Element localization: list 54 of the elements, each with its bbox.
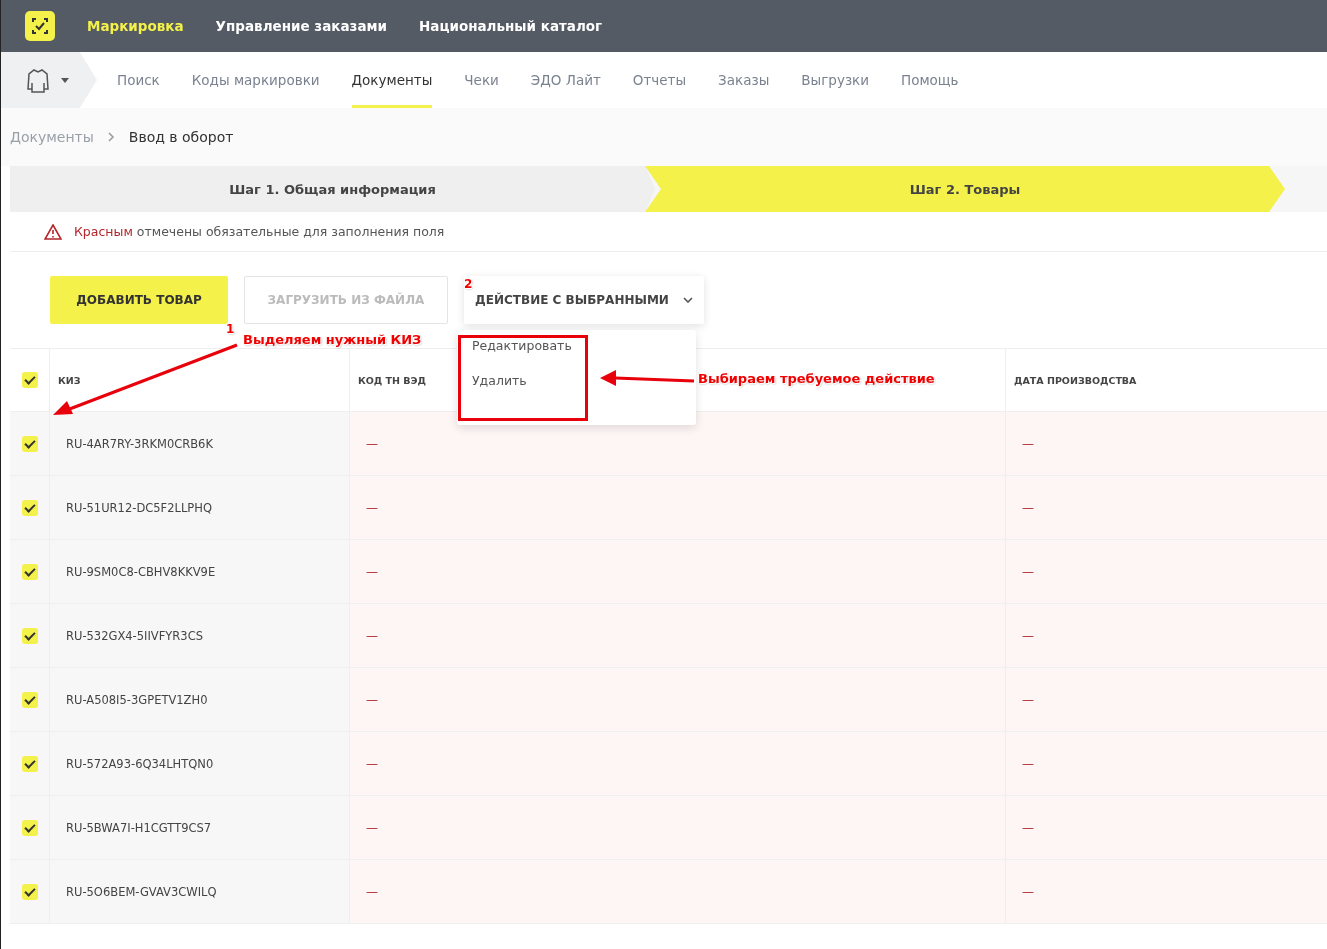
top-nav-item[interactable]: Управление заказами	[215, 18, 387, 34]
annotation-label: Выделяем нужный КИЗ	[243, 332, 422, 347]
jacket-icon[interactable]	[25, 67, 51, 93]
nav-tab[interactable]: Чеки	[464, 52, 499, 108]
nav-tab[interactable]: Отчеты	[632, 52, 687, 108]
empty-value: —	[366, 884, 378, 899]
checkbox[interactable]	[21, 435, 38, 452]
empty-value: —	[1022, 628, 1034, 643]
add-product-button[interactable]: ДОБАВИТЬ ТОВАР	[50, 276, 228, 324]
breadcrumb-item: Ввод в оборот	[128, 129, 234, 145]
checkbox[interactable]	[21, 627, 38, 644]
menu-item[interactable]: Удалить	[472, 373, 527, 388]
empty-value: —	[366, 692, 378, 707]
step-tab[interactable]: Шаг 1. Общая информация	[10, 166, 655, 212]
warning-icon	[44, 223, 62, 240]
nav-tab[interactable]: Поиск	[117, 52, 160, 108]
empty-value: —	[1022, 756, 1034, 771]
menu-item[interactable]: Редактировать	[472, 338, 572, 353]
empty-value: —	[366, 564, 378, 579]
nav-tab[interactable]: Помощь	[901, 52, 959, 108]
nav-tab[interactable]: ЭДО Лайт	[530, 52, 601, 108]
checkbox[interactable]	[21, 755, 38, 772]
checkbox[interactable]	[21, 883, 38, 900]
empty-value: —	[1022, 500, 1034, 515]
checkbox[interactable]	[21, 372, 38, 388]
empty-value: —	[366, 500, 378, 515]
nav-tab[interactable]: Выгрузки	[801, 52, 869, 108]
checkbox[interactable]	[21, 819, 38, 836]
empty-value: —	[366, 756, 378, 771]
step-number: 1	[226, 322, 235, 336]
empty-value: —	[1022, 692, 1034, 707]
chevron-down-icon	[682, 297, 693, 303]
checkbox[interactable]	[21, 691, 38, 708]
step-number: 2	[464, 277, 473, 291]
step-tab[interactable]: Шаг 2. Товары	[645, 166, 1285, 212]
empty-value: —	[1022, 564, 1034, 579]
top-nav-item[interactable]: Маркировка	[87, 18, 184, 34]
chevron-icon	[107, 132, 115, 142]
nav-tab[interactable]: Заказы	[718, 52, 770, 108]
nav-tab[interactable]: Коды маркировки	[191, 52, 320, 108]
top-nav-item[interactable]: Национальный каталог	[419, 18, 603, 34]
caret-icon[interactable]	[61, 77, 69, 83]
checkbox[interactable]	[21, 499, 38, 516]
empty-value: —	[1022, 820, 1034, 835]
empty-value: —	[1022, 884, 1034, 899]
empty-value: —	[366, 436, 378, 451]
column-header: ДАТА ПРОИЗВОДСТВА	[1005, 349, 1327, 411]
notice-text: Красным отмечены обязательные для заполнения поля	[74, 224, 445, 239]
logo-icon[interactable]	[25, 11, 55, 41]
empty-value: —	[1022, 436, 1034, 451]
annotation-label: Выбираем требуемое действие	[698, 371, 935, 386]
empty-value: —	[366, 628, 378, 643]
empty-value: —	[366, 820, 378, 835]
checkbox[interactable]	[21, 563, 38, 580]
